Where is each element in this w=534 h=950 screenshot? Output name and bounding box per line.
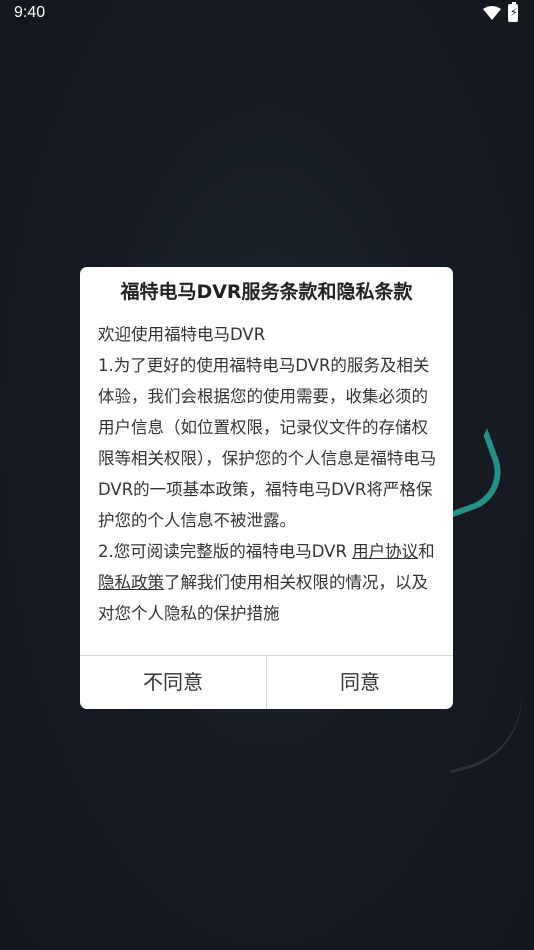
status-time: 9:40: [14, 4, 46, 21]
paragraph-2-prefix: 2.您可阅读完整版的福特电马DVR: [98, 542, 353, 561]
wifi-icon: [483, 6, 501, 20]
status-bar: 9:40 ⚡: [0, 0, 534, 28]
terms-paragraph-1: 1.为了更好的使用福特电马DVR的服务及相关体验，我们会根据您的使用需要，收集必…: [98, 356, 437, 530]
charging-bolt-icon: ⚡: [510, 6, 518, 19]
welcome-text: 欢迎使用福特电马DVR: [98, 325, 266, 344]
disagree-button[interactable]: 不同意: [80, 656, 266, 709]
agree-button[interactable]: 同意: [267, 656, 453, 709]
user-agreement-link[interactable]: 用户协议: [352, 542, 418, 561]
privacy-terms-dialog: 福特电马DVR服务条款和隐私条款 欢迎使用福特电马DVR 1.为了更好的使用福特…: [80, 267, 453, 709]
dialog-title: 福特电马DVR服务条款和隐私条款: [120, 281, 413, 303]
privacy-policy-link[interactable]: 隐私政策: [98, 573, 164, 592]
and-text: 和: [418, 542, 435, 561]
dialog-body-scroll[interactable]: 欢迎使用福特电马DVR 1.为了更好的使用福特电马DVR的服务及相关体验，我们会…: [98, 319, 438, 655]
battery-charging-icon: ⚡: [508, 2, 518, 22]
terms-paragraph-2: 2.您可阅读完整版的福特电马DVR 用户协议和隐私政策了解我们使用相关权限的情况…: [98, 536, 438, 629]
